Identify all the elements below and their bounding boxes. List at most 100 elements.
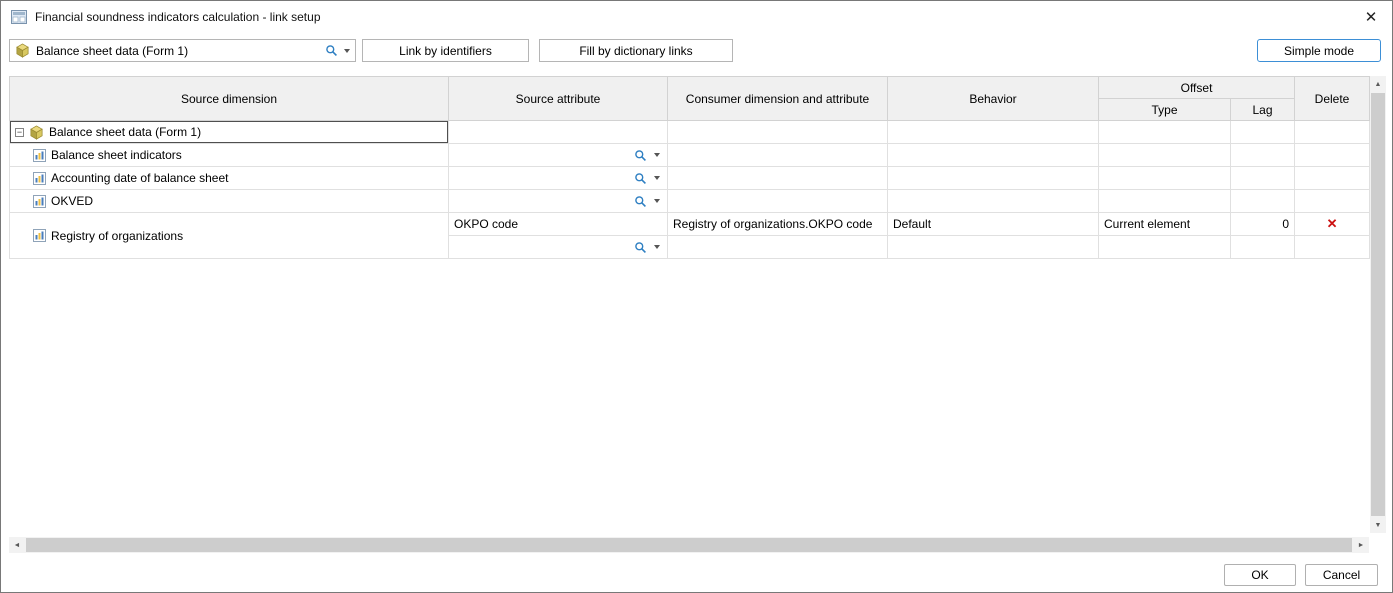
chevron-down-icon[interactable] <box>344 49 350 53</box>
horizontal-scrollbar[interactable]: ◄ ► <box>9 537 1369 553</box>
cell-consumer[interactable] <box>668 144 888 167</box>
delete-icon[interactable]: ✕ <box>1327 216 1338 231</box>
cell-offset-lag[interactable] <box>1231 190 1295 213</box>
consumer-selector-value: Balance sheet data (Form 1) <box>36 44 319 58</box>
cell-offset-lag[interactable] <box>1231 167 1295 190</box>
cell-source-attribute[interactable]: OKPO code <box>449 213 668 236</box>
col-offset: Offset <box>1099 77 1295 99</box>
col-offset-lag: Lag <box>1231 99 1295 121</box>
row-label: Accounting date of balance sheet <box>51 171 228 185</box>
table-row: Balance sheet indicators <box>10 144 1370 167</box>
cell-offset-lag[interactable] <box>1231 121 1295 144</box>
dimension-icon <box>33 195 46 208</box>
cell-consumer[interactable]: Registry of organizations.OKPO code <box>668 213 888 236</box>
cell-source-attribute[interactable] <box>449 167 668 190</box>
cell-text: Default <box>893 217 931 231</box>
cell-consumer[interactable] <box>668 236 888 259</box>
cell-source-dimension[interactable]: OKVED <box>10 190 449 213</box>
cell-source-attribute[interactable] <box>449 190 668 213</box>
cell-source-dimension[interactable]: − Balance sheet data (Form 1) <box>10 121 449 144</box>
cell-offset-type[interactable] <box>1099 121 1231 144</box>
cell-consumer[interactable] <box>668 190 888 213</box>
table-row: − Balance sheet data (Form 1) <box>10 121 1370 144</box>
scroll-down-icon[interactable]: ▼ <box>1370 517 1386 533</box>
row-label: Balance sheet data (Form 1) <box>49 125 201 139</box>
tree-collapse-toggle[interactable]: − <box>15 128 24 137</box>
table-row: Accounting date of balance sheet <box>10 167 1370 190</box>
link-by-identifiers-button[interactable]: Link by identifiers <box>362 39 529 62</box>
col-delete: Delete <box>1295 77 1370 121</box>
row-label: Registry of organizations <box>51 229 183 243</box>
simple-mode-button[interactable]: Simple mode <box>1257 39 1381 62</box>
fill-by-dictionary-links-button[interactable]: Fill by dictionary links <box>539 39 733 62</box>
col-source-attribute: Source attribute <box>449 77 668 121</box>
cell-text: 0 <box>1282 217 1289 231</box>
search-icon[interactable] <box>325 44 338 57</box>
col-offset-type: Type <box>1099 99 1231 121</box>
vertical-scrollbar[interactable]: ▲ ▼ <box>1370 76 1386 533</box>
cell-delete[interactable]: ✕ <box>1295 213 1370 236</box>
dimension-icon <box>33 149 46 162</box>
scroll-up-icon[interactable]: ▲ <box>1370 76 1386 92</box>
cell-source-dimension[interactable]: Registry of organizations <box>10 213 449 259</box>
ok-button[interactable]: OK <box>1224 564 1296 586</box>
cell-source-dimension[interactable]: Accounting date of balance sheet <box>10 167 449 190</box>
page-title: Financial soundness indicators calculati… <box>35 10 321 24</box>
search-icon[interactable] <box>634 195 647 208</box>
chevron-down-icon[interactable] <box>654 153 660 157</box>
table-row: Registry of organizations OKPO code Regi… <box>10 213 1370 236</box>
horizontal-scrollbar-thumb[interactable] <box>26 538 1352 552</box>
cell-consumer[interactable] <box>668 121 888 144</box>
vertical-scrollbar-thumb[interactable] <box>1371 93 1385 516</box>
cancel-button[interactable]: Cancel <box>1305 564 1378 586</box>
chevron-down-icon[interactable] <box>654 199 660 203</box>
cell-behavior[interactable] <box>888 121 1099 144</box>
table-row: OKVED <box>10 190 1370 213</box>
cell-delete[interactable] <box>1295 144 1370 167</box>
cell-consumer[interactable] <box>668 167 888 190</box>
cell-offset-type[interactable] <box>1099 190 1231 213</box>
cell-offset-lag[interactable] <box>1231 144 1295 167</box>
cell-source-attribute[interactable] <box>449 236 668 259</box>
close-icon[interactable]: ✕ <box>1360 6 1382 28</box>
cube-icon <box>15 43 30 58</box>
cell-text: OKPO code <box>454 217 518 231</box>
cell-offset-type[interactable] <box>1099 236 1231 259</box>
scroll-right-icon[interactable]: ► <box>1353 537 1369 553</box>
cell-behavior[interactable] <box>888 236 1099 259</box>
row-label: Balance sheet indicators <box>51 148 182 162</box>
cell-offset-type[interactable] <box>1099 167 1231 190</box>
cell-offset-lag[interactable]: 0 <box>1231 213 1295 236</box>
scroll-left-icon[interactable]: ◄ <box>9 537 25 553</box>
row-label: OKVED <box>51 194 93 208</box>
link-setup-dialog: Financial soundness indicators calculati… <box>0 0 1393 593</box>
col-source-dimension: Source dimension <box>10 77 449 121</box>
search-icon[interactable] <box>634 172 647 185</box>
consumer-selector[interactable]: Balance sheet data (Form 1) <box>9 39 356 62</box>
cell-delete[interactable] <box>1295 167 1370 190</box>
cell-source-attribute[interactable] <box>449 144 668 167</box>
cell-offset-lag[interactable] <box>1231 236 1295 259</box>
cube-icon <box>29 125 44 140</box>
col-consumer: Consumer dimension and attribute <box>668 77 888 121</box>
title-bar: Financial soundness indicators calculati… <box>1 1 1392 33</box>
cell-behavior[interactable] <box>888 144 1099 167</box>
cell-delete[interactable] <box>1295 121 1370 144</box>
link-grid: Source dimension Source attribute Consum… <box>9 76 1370 259</box>
search-icon[interactable] <box>634 149 647 162</box>
cell-offset-type[interactable] <box>1099 144 1231 167</box>
cell-text: Registry of organizations.OKPO code <box>673 217 872 231</box>
cell-source-attribute[interactable] <box>449 121 668 144</box>
chevron-down-icon[interactable] <box>654 245 660 249</box>
window-icon <box>11 10 27 24</box>
cell-behavior[interactable] <box>888 190 1099 213</box>
cell-source-dimension[interactable]: Balance sheet indicators <box>10 144 449 167</box>
cell-offset-type[interactable]: Current element <box>1099 213 1231 236</box>
cell-behavior[interactable] <box>888 167 1099 190</box>
dimension-icon <box>33 172 46 185</box>
cell-delete[interactable] <box>1295 190 1370 213</box>
search-icon[interactable] <box>634 241 647 254</box>
cell-behavior[interactable]: Default <box>888 213 1099 236</box>
chevron-down-icon[interactable] <box>654 176 660 180</box>
cell-delete[interactable] <box>1295 236 1370 259</box>
